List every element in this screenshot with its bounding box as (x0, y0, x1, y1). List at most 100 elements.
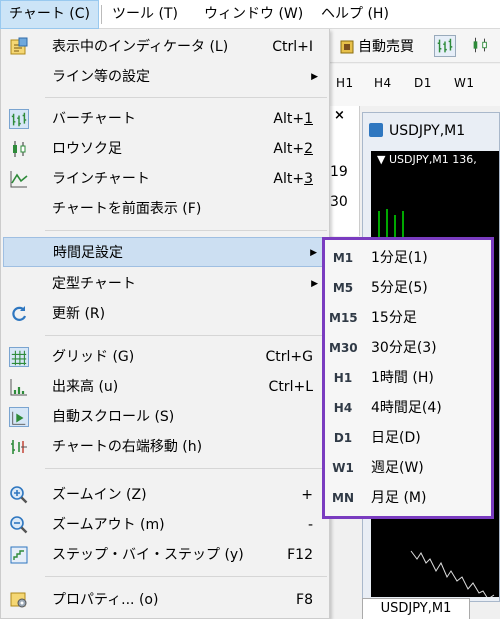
menu-window[interactable]: ウィンドウ (W) (196, 0, 311, 29)
menu-separator (45, 468, 327, 469)
panel-value: 30 (330, 194, 348, 210)
refresh-icon (12, 306, 27, 321)
menu-item-volume[interactable]: 出来高 (u) Ctrl+L (3, 372, 327, 402)
submenu-item-m30[interactable]: M30 30分足(3) (325, 333, 491, 363)
menubar-divider (101, 5, 102, 24)
menubar: チャート (C) ツール (T) ウィンドウ (W) ヘルプ (H) (0, 0, 500, 29)
submenu-item-label: 15分足 (371, 310, 417, 326)
navigator-panel: × 19 30 (330, 106, 360, 236)
auto-scroll-icon (9, 407, 29, 427)
submenu-item-label: 4時間足(4) (371, 400, 442, 416)
menu-item-label: 定型チャート (52, 276, 136, 292)
timeframe-h1[interactable]: H1 (336, 76, 354, 90)
toolbar: 自動売買 (330, 29, 500, 63)
auto-trade-label: 自動売買 (358, 39, 414, 55)
zoom-out-icon (10, 516, 28, 534)
menu-item-refresh[interactable]: 更新 (R) (3, 299, 327, 329)
chart-tab[interactable]: USDJPY,M1 (362, 598, 470, 619)
menu-item-label: 時間足設定 (53, 245, 123, 261)
menu-item-properties[interactable]: プロパティ... (o) F8 (3, 585, 327, 615)
menu-item-chart-foreground[interactable]: チャートを前面表示 (F) (3, 194, 327, 224)
menu-item-zoom-out[interactable]: ズームアウト (m) - (3, 510, 327, 540)
submenu-arrow-icon: ▶ (311, 72, 318, 82)
menu-item-label: チャートの右端移動 (h) (52, 439, 203, 455)
submenu-item-label: 30分足(3) (371, 340, 437, 356)
menu-item-template[interactable]: 定型チャート ▶ (3, 269, 327, 299)
timeframe-h4[interactable]: H4 (374, 76, 392, 90)
submenu-item-m5[interactable]: M5 5分足(5) (325, 273, 491, 303)
submenu-arrow-icon: ▶ (311, 279, 318, 289)
bar-chart-icon (9, 109, 29, 129)
submenu-item-w1[interactable]: W1 週足(W) (325, 453, 491, 483)
menu-item-shortcut: Ctrl+L (268, 379, 313, 395)
menu-item-shortcut: F12 (287, 547, 313, 563)
menu-item-bar-chart[interactable]: バーチャート Alt+1 (3, 104, 327, 134)
submenu-item-h4[interactable]: H4 4時間足(4) (325, 393, 491, 423)
grid-icon (9, 347, 29, 367)
submenu-item-m1[interactable]: M1 1分足(1) (325, 243, 491, 273)
menu-item-auto-scroll[interactable]: 自動スクロール (S) (3, 402, 327, 432)
candlestick-icon (13, 141, 26, 157)
timeframe-tag-icon: MN (332, 491, 354, 505)
timeframe-tag-icon: H1 (333, 371, 353, 385)
submenu-item-m15[interactable]: M15 15分足 (325, 303, 491, 333)
chart-window-title: USDJPY,M1 (369, 123, 465, 139)
menu-separator (45, 576, 327, 577)
menu-item-indicator-list[interactable]: 表示中のインディケータ (L) Ctrl+I (3, 32, 327, 62)
properties-icon (10, 592, 27, 608)
volume-icon (10, 379, 27, 396)
step-by-step-icon (10, 546, 28, 564)
menu-item-shortcut: F8 (296, 592, 313, 608)
menu-item-shortcut: Alt+2 (273, 141, 313, 157)
submenu-item-d1[interactable]: D1 日足(D) (325, 423, 491, 453)
menu-item-line-chart[interactable]: ラインチャート Alt+3 (3, 164, 327, 194)
timeframe-submenu: M1 1分足(1) M5 5分足(5) M15 15分足 M30 30分足(3)… (322, 237, 494, 519)
submenu-item-label: 日足(D) (371, 430, 421, 446)
menu-item-shortcut: Ctrl+G (265, 349, 314, 365)
menu-item-shortcut: Ctrl+I (272, 39, 313, 55)
timeframe-d1[interactable]: D1 (414, 76, 432, 90)
menu-item-shortcut: Alt+1 (273, 111, 313, 127)
menu-chart[interactable]: チャート (C) (0, 0, 100, 29)
menu-item-candlestick[interactable]: ロウソク足 Alt+2 (3, 134, 327, 164)
timeframe-tag-icon: H4 (333, 401, 353, 415)
timeframe-strip: H1 H4 D1 W1 (330, 64, 500, 106)
menu-separator (45, 230, 327, 231)
menu-item-label: 表示中のインディケータ (L) (52, 39, 229, 55)
menu-item-line-settings[interactable]: ライン等の設定 ▶ (3, 62, 327, 92)
submenu-item-mn[interactable]: MN 月足 (M) (325, 483, 491, 513)
menu-separator (45, 97, 327, 98)
timeframe-tag-icon: D1 (333, 431, 353, 445)
menu-separator (45, 335, 327, 336)
timeframe-tag-icon: M1 (332, 251, 354, 265)
menu-item-label: グリッド (G) (52, 349, 135, 365)
bar-chart-tool-icon[interactable] (434, 35, 456, 57)
auto-trade-button[interactable]: 自動売買 (340, 35, 414, 59)
submenu-item-label: 1分足(1) (371, 250, 428, 266)
menu-item-label: プロパティ... (o) (52, 592, 159, 608)
menu-item-label: ズームイン (Z) (52, 487, 147, 503)
submenu-item-label: 1時間 (H) (371, 370, 434, 386)
menu-item-label: ロウソク足 (52, 141, 122, 157)
auto-trade-icon (340, 40, 354, 54)
chart-window-icon (369, 123, 383, 137)
menu-item-zoom-in[interactable]: ズームイン (Z) + (3, 480, 327, 510)
timeframe-tag-icon: W1 (332, 461, 354, 475)
menu-item-step-by-step[interactable]: ステップ・バイ・ステップ (y) F12 (3, 540, 327, 570)
timeframe-w1[interactable]: W1 (454, 76, 475, 90)
submenu-item-h1[interactable]: H1 1時間 (H) (325, 363, 491, 393)
menu-item-chart-shift[interactable]: チャートの右端移動 (h) (3, 432, 327, 462)
close-icon[interactable]: × (334, 108, 345, 123)
zoom-in-icon (10, 486, 28, 504)
menu-item-label: バーチャート (52, 111, 136, 127)
menu-item-timeframe[interactable]: 時間足設定 ▶ (3, 237, 327, 267)
menu-item-grid[interactable]: グリッド (G) Ctrl+G (3, 342, 327, 372)
menu-tools[interactable]: ツール (T) (104, 0, 186, 29)
menu-item-label: 自動スクロール (S) (52, 409, 175, 425)
timeframe-tag-icon: M30 (329, 341, 358, 355)
panel-value: 19 (330, 164, 348, 180)
candlestick-tool-icon[interactable] (470, 35, 492, 57)
submenu-arrow-icon: ▶ (310, 248, 317, 258)
menu-item-label: ズームアウト (m) (52, 517, 165, 533)
menu-help[interactable]: ヘルプ (H) (313, 0, 397, 29)
